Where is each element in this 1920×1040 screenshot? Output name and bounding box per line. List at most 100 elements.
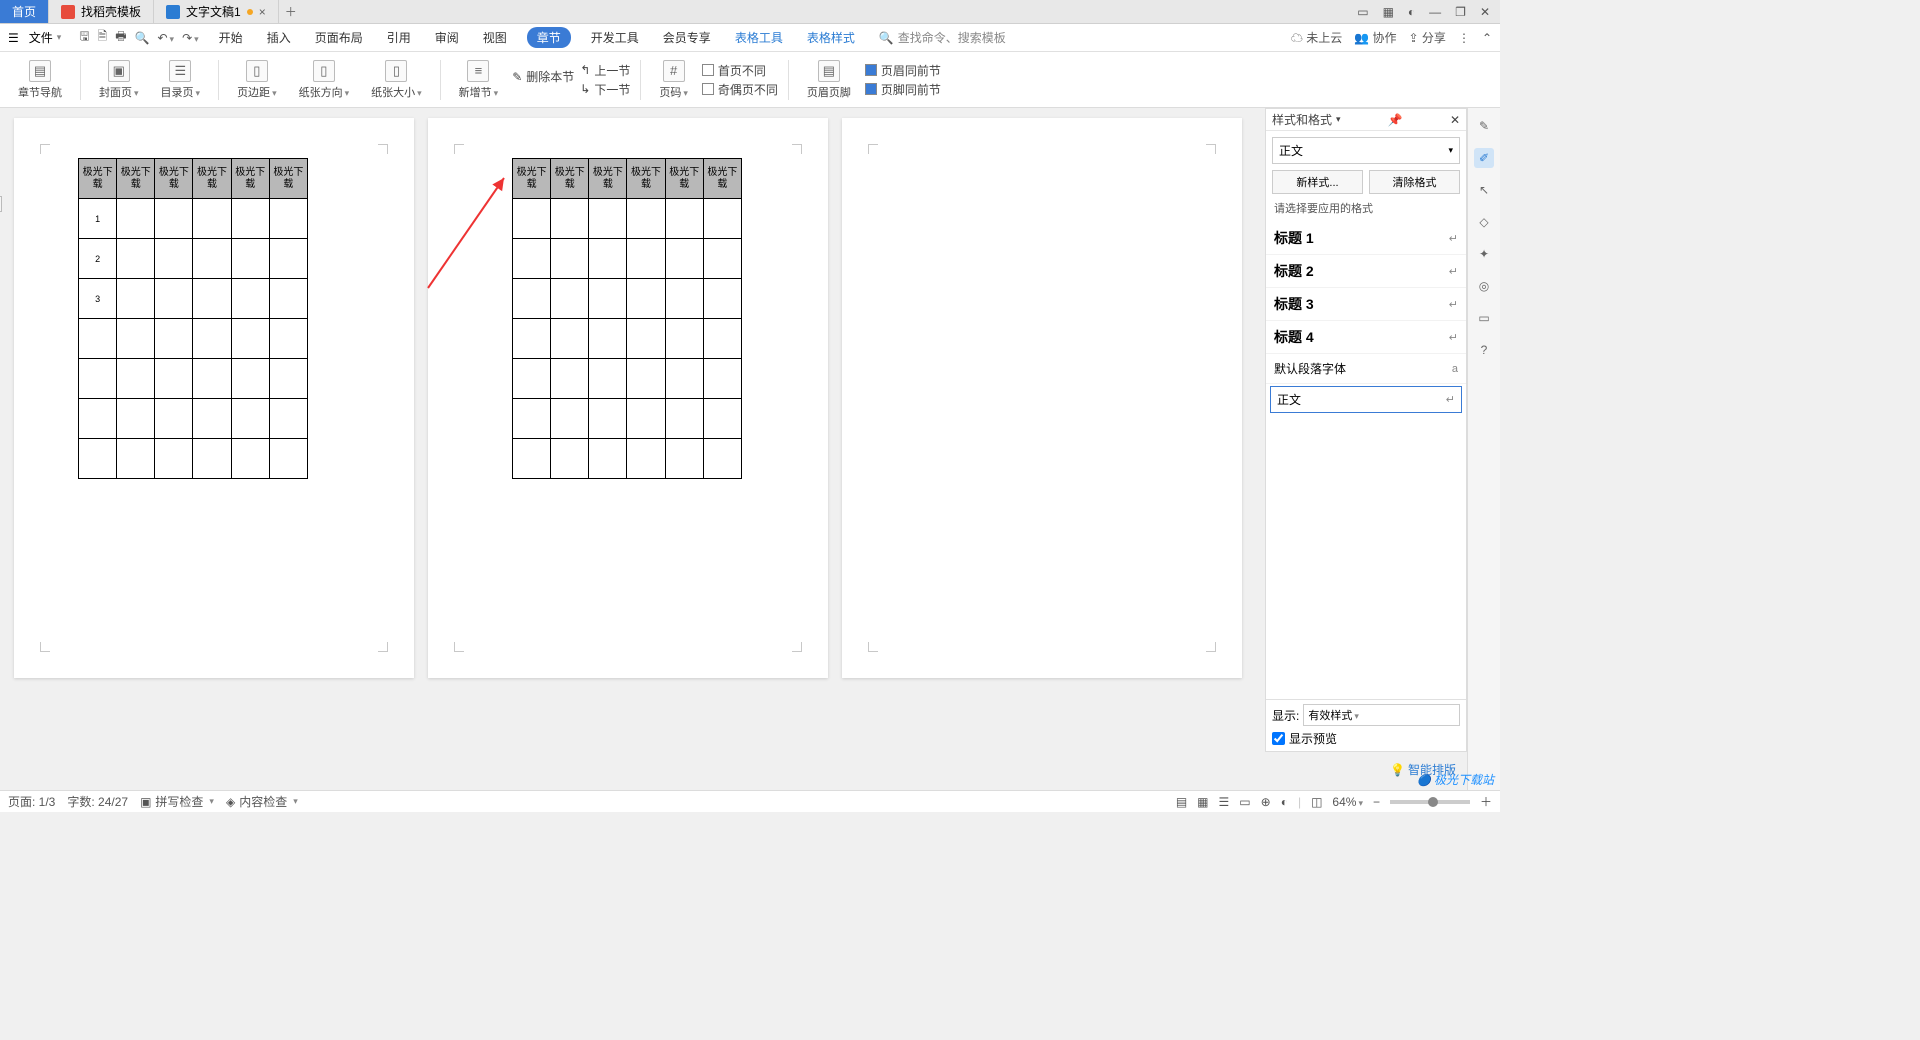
spellcheck[interactable]: ▣ 拼写检查 [140,793,214,810]
cloud-unsaved[interactable]: ☁ 未上云 [1291,29,1342,46]
content-check[interactable]: ◈ 内容检查 [226,793,298,810]
header-same-prev[interactable]: 页眉同前节 [865,62,941,79]
tab-table-tools[interactable]: 表格工具 [731,27,787,48]
style-heading3[interactable]: 标题 3↵ [1266,288,1466,321]
header-footer[interactable]: ▤页眉页脚 [799,60,859,100]
next-section[interactable]: ↳ 下一节 [580,81,630,98]
clear-format-button[interactable]: 清除格式 [1369,170,1460,194]
prev-section[interactable]: ↰ 上一节 [580,62,630,79]
footer-same-prev[interactable]: 页脚同前节 [865,81,941,98]
new-tab-button[interactable]: ＋ [279,0,303,23]
show-label: 显示: [1272,707,1299,724]
more-icon[interactable]: ⋮ [1458,31,1470,45]
ribbon-tabs: 开始 插入 页面布局 引用 审阅 视图 章节 开发工具 会员专享 表格工具 表格… [215,27,859,48]
view-focus-icon[interactable]: ⊕ [1261,795,1271,809]
margins[interactable]: ▯页边距 [229,60,285,100]
tab-references[interactable]: 引用 [383,27,415,48]
save-icon[interactable]: 🖫 [79,27,89,48]
page-2[interactable]: 极光下载极光下载极光下载极光下载极光下载极光下载 [428,118,828,678]
rail-help-icon[interactable]: ? [1474,340,1494,360]
tab-devtools[interactable]: 开发工具 [587,27,643,48]
page-indicator[interactable]: 页面: 1/3 [8,793,55,810]
hamburger-icon[interactable]: ☰ [8,31,19,45]
undo-button[interactable]: ↶ [157,31,174,45]
grid-icon[interactable]: ▦ [1383,5,1394,19]
current-style[interactable]: 正文▾ [1272,137,1460,164]
paper-size[interactable]: ▯纸张大小 [363,60,430,100]
tab-table-style[interactable]: 表格样式 [803,27,859,48]
odd-even-diff[interactable]: 奇偶页不同 [702,81,778,98]
table-2[interactable]: 极光下载极光下载极光下载极光下载极光下载极光下载 [512,158,742,479]
command-search[interactable]: 🔍 查找命令、搜索模板 [879,29,1006,46]
outline-toggle-icon[interactable] [0,196,2,212]
redo-button[interactable]: ↷ [182,31,199,45]
delete-section[interactable]: ✎ 删除本节 [512,68,574,85]
rail-styles-icon[interactable]: ✐ [1474,148,1494,168]
section-nav[interactable]: ▤章节导航 [10,60,70,100]
collapse-ribbon-icon[interactable]: ⌃ [1482,31,1492,45]
zoom-slider[interactable] [1390,800,1470,804]
show-preview-checkbox[interactable] [1272,732,1285,745]
print-preview-icon[interactable]: 🔍 [135,31,150,45]
style-body[interactable]: 正文↵ [1270,386,1462,413]
tab-template[interactable]: 找稻壳模板 [49,0,154,23]
tab-view[interactable]: 视图 [479,27,511,48]
tab-home[interactable]: 首页 [0,0,49,23]
tab-member[interactable]: 会员专享 [659,27,715,48]
cover-page[interactable]: ▣封面页 [91,60,147,100]
toc-page[interactable]: ☰目录页 [153,60,209,100]
page-1[interactable]: 极光下载极光下载极光下载极光下载极光下载极光下载 1 2 3 [14,118,414,678]
tab-section[interactable]: 章节 [527,27,571,48]
document-workspace[interactable]: 极光下载极光下载极光下载极光下载极光下载极光下载 1 2 3 极光下载极光下载极… [0,108,1265,790]
page-number[interactable]: #页码 [651,60,696,100]
skin-icon[interactable]: ◐ [1408,5,1415,19]
layout-icon[interactable]: ▭ [1357,5,1368,19]
zoom-out-icon[interactable]: − [1373,795,1380,809]
close-tab-icon[interactable]: × [259,5,266,19]
style-heading4[interactable]: 标题 4↵ [1266,321,1466,354]
view-print-icon[interactable]: ▤ [1176,795,1187,809]
rail-shape-icon[interactable]: ◇ [1474,212,1494,232]
view-eye-icon[interactable]: ◐ [1281,795,1288,809]
print-icon[interactable]: 🖶 [115,27,126,48]
view-read-icon[interactable]: ▭ [1239,795,1250,809]
new-style-button[interactable]: 新样式... [1272,170,1363,194]
share-button[interactable]: ⇪ 分享 [1409,29,1446,46]
minimize-icon[interactable]: — [1429,5,1441,19]
file-menu[interactable]: 文件 [29,29,62,46]
close-pane-icon[interactable]: ✕ [1450,113,1460,127]
show-filter[interactable]: 有效样式 [1303,704,1460,726]
rail-assist-icon[interactable]: ✎ [1474,116,1494,136]
restore-icon[interactable]: ❐ [1455,5,1466,19]
fit-icon[interactable]: ◫ [1311,795,1322,809]
tab-start[interactable]: 开始 [215,27,247,48]
style-heading1[interactable]: 标题 1↵ [1266,222,1466,255]
style-heading2[interactable]: 标题 2↵ [1266,255,1466,288]
tab-insert[interactable]: 插入 [263,27,295,48]
zoom-in-icon[interactable]: ＋ [1480,793,1492,810]
new-section[interactable]: ≡新增节 [451,60,507,100]
view-web-icon[interactable]: ▦ [1197,795,1208,809]
pin-icon[interactable]: 📌 [1388,113,1403,127]
page-3[interactable] [842,118,1242,678]
margin-corner [378,144,388,154]
zoom-value[interactable]: 64% [1332,795,1363,809]
tab-review[interactable]: 审阅 [431,27,463,48]
first-page-diff[interactable]: 首页不同 [702,62,778,79]
style-default-font[interactable]: 默认段落字体a [1266,354,1466,384]
tab-pagelayout[interactable]: 页面布局 [311,27,367,48]
styles-pane: 样式和格式▾ 📌 ✕ 正文▾ 新样式... 清除格式 请选择要应用的格式 标题 … [1265,108,1467,752]
save-as-icon[interactable]: 🗎 [98,27,108,48]
view-outline-icon[interactable]: ☰ [1219,795,1230,809]
rail-clip-icon[interactable]: ✦ [1474,244,1494,264]
rail-book-icon[interactable]: ▭ [1474,308,1494,328]
close-window-icon[interactable]: ✕ [1480,5,1490,19]
rail-limit-icon[interactable]: ◎ [1474,276,1494,296]
word-count[interactable]: 字数: 24/27 [67,793,128,810]
rail-select-icon[interactable]: ↖ [1474,180,1494,200]
styles-list[interactable]: 标题 1↵ 标题 2↵ 标题 3↵ 标题 4↵ 默认段落字体a 正文↵ [1266,222,1466,699]
coop-button[interactable]: 👥 协作 [1354,29,1396,46]
tab-document[interactable]: 文字文稿1 × [154,0,279,23]
table-1[interactable]: 极光下载极光下载极光下载极光下载极光下载极光下载 1 2 3 [78,158,308,479]
orientation[interactable]: ▯纸张方向 [291,60,358,100]
